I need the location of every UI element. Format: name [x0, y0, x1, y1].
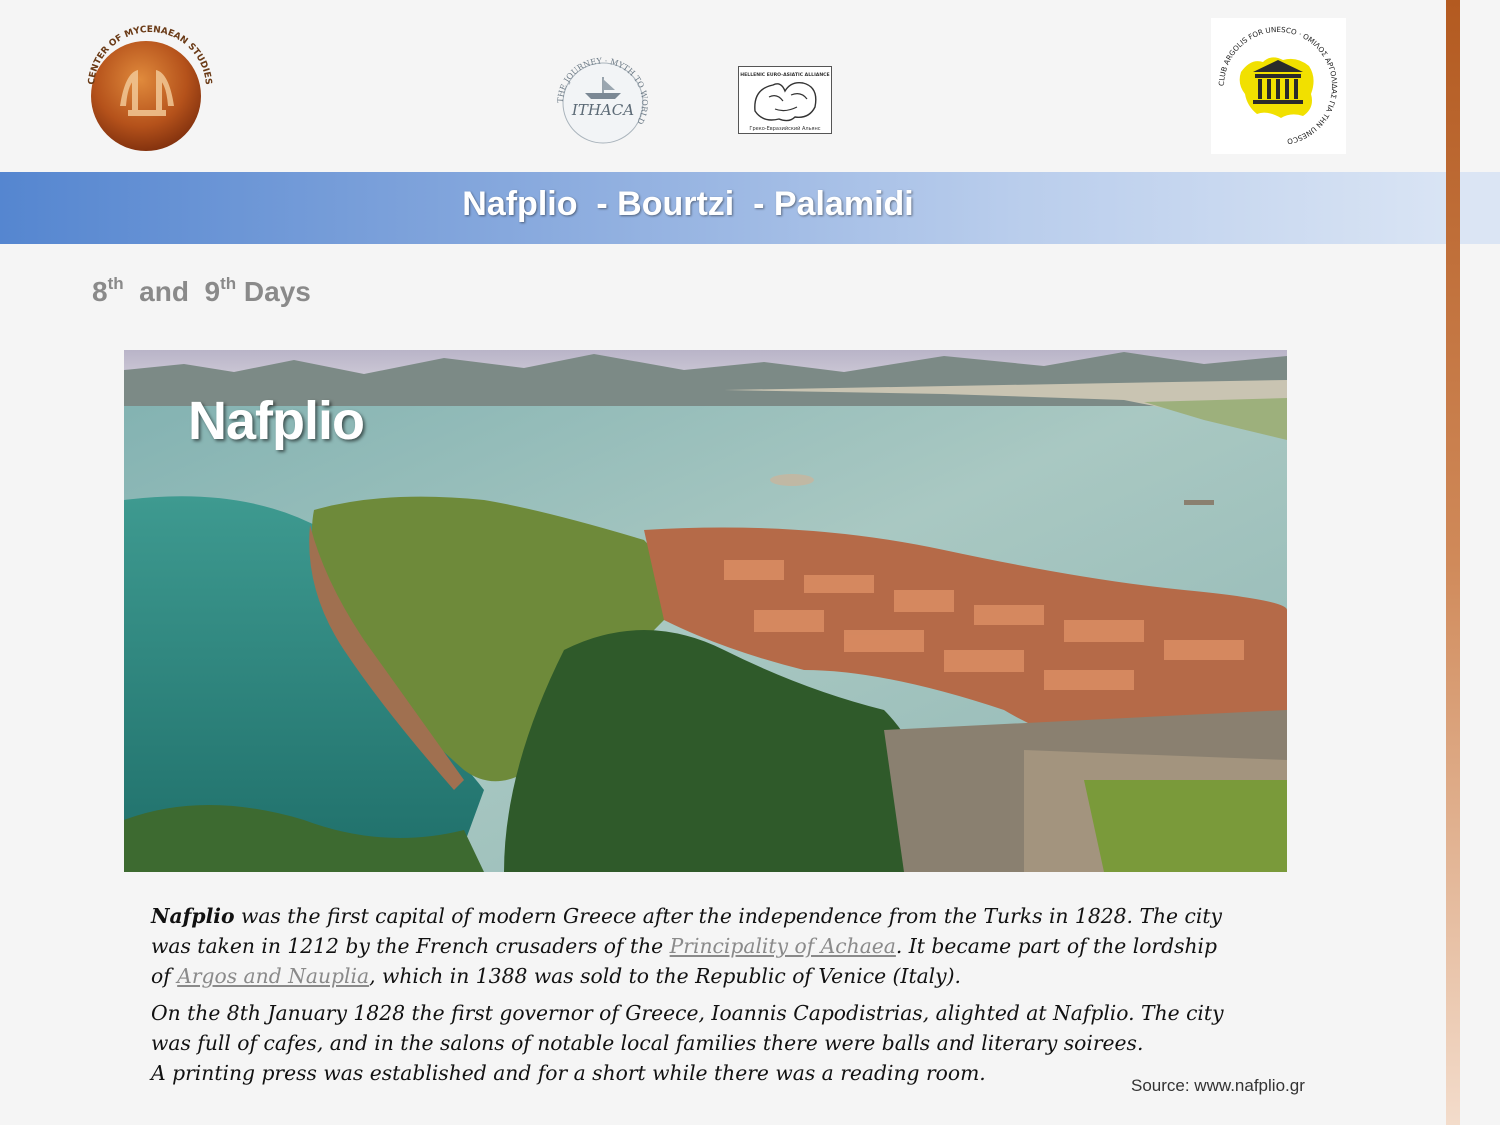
source-credit: Source: www.nafplio.gr	[1131, 1076, 1305, 1095]
link-principality-of-achaea[interactable]: Principality of Achaea	[670, 934, 896, 958]
club-argolis-unesco-logo: CLUB ARGOLIS FOR UNESCO · ΟΜΙΛΟΣ ΑΡΓΟΛΙΔ…	[1211, 18, 1346, 154]
svg-text:ITHACA: ITHACA	[571, 101, 634, 119]
subtitle-and: and	[123, 276, 205, 307]
paragraph-capodistrias: On the 8th January 1828 the first govern…	[151, 998, 1241, 1088]
day-number-9: 9	[204, 276, 221, 307]
slide-title: Nafplio - Bourtzi - Palamidi	[462, 185, 914, 223]
nafplio-bold: Nafplio	[151, 904, 235, 928]
center-mycenaean-studies-logo: CENTER OF MYCENAEAN STUDIES	[80, 18, 220, 158]
side-accent-bar	[1446, 0, 1460, 1125]
ithaca-journey-logo: THE JOURNEY · MYTH TO WORLD ITHACA	[555, 56, 650, 145]
svg-text:Греко-Евразийский Альянс: Греко-Евразийский Альянс	[749, 125, 820, 132]
p2-text-2: A printing press was established and for…	[151, 1061, 986, 1085]
ordinal-suffix: th	[220, 274, 237, 293]
ordinal-suffix: th	[107, 274, 124, 293]
p2-text-1: On the 8th January 1828 the first govern…	[151, 1001, 1224, 1055]
photo-label-nafplio: Nafplio	[188, 391, 365, 451]
p1-text-3: , which in 1388 was sold to the Republic…	[369, 964, 961, 988]
paragraph-history: Nafplio was the first capital of modern …	[151, 901, 1241, 991]
title-banner-extension	[1460, 172, 1500, 244]
days-subtitle: 8th and 9th Days	[92, 274, 311, 308]
svg-text:HELLENIC EURO-ASIATIC ALLIANCE: HELLENIC EURO-ASIATIC ALLIANCE	[740, 72, 829, 78]
hellenic-euro-asiatic-alliance-logo: HELLENIC EURO-ASIATIC ALLIANCE Греко-Евр…	[738, 66, 832, 134]
link-argos-and-nauplia[interactable]: Argos and Nauplia	[177, 964, 369, 988]
subtitle-days: Days	[236, 276, 311, 307]
day-number-8: 8	[92, 276, 108, 307]
